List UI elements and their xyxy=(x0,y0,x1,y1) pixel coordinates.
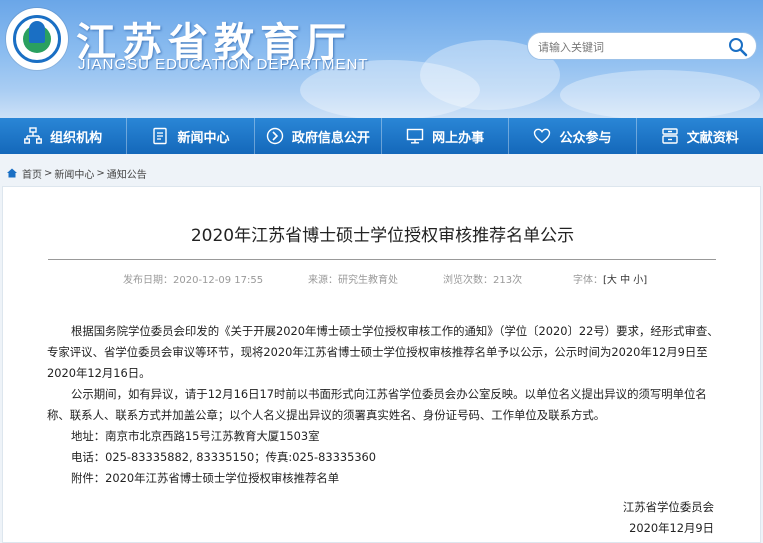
monitor-icon xyxy=(406,128,424,144)
nav-label: 组织机构 xyxy=(50,130,103,146)
contact-address: 地址：南京市北京西路15号江苏教育大厦1503室 xyxy=(71,429,320,443)
breadcrumb-home[interactable]: 首页 xyxy=(22,166,42,181)
breadcrumb-separator: > xyxy=(44,167,53,179)
article-container: 2020年江苏省博士硕士学位授权审核推荐名单公示 发布日期：2020-12-09… xyxy=(2,186,761,543)
nav-label: 文献资料 xyxy=(686,130,739,146)
nav-label: 网上办事 xyxy=(432,130,485,146)
header-cloud xyxy=(560,70,760,120)
article-body: 根据国务院学位委员会印发的《关于开展2020年博士硕士学位授权审核工作的通知》（… xyxy=(47,321,719,489)
nav-item-archive[interactable]: 文献资料 xyxy=(637,118,763,154)
news-icon xyxy=(153,127,168,145)
nav-item-public[interactable]: 公众参与 xyxy=(509,118,637,154)
breadcrumb-news-center[interactable]: 新闻中心 xyxy=(54,166,94,181)
nav-label: 新闻中心 xyxy=(177,130,230,146)
font-small-link[interactable]: 小 xyxy=(633,275,643,286)
signoff-date: 2020年12月9日 xyxy=(629,521,714,535)
signoff-org: 江苏省学位委员会 xyxy=(622,500,714,514)
nav-label: 政府信息公开 xyxy=(291,130,370,146)
nav-label: 公众参与 xyxy=(559,130,612,146)
archive-icon xyxy=(662,128,678,144)
main-nav: 组织机构 新闻中心 政府信息公开 网上办事 公众参与 文献资料 xyxy=(0,118,763,154)
search-box xyxy=(527,32,757,60)
font-size-control: 字体：[大 中 小] xyxy=(573,271,647,286)
site-logo[interactable] xyxy=(6,8,68,70)
home-icon xyxy=(7,168,17,178)
attachment-link[interactable]: 附件：2020年江苏省博士硕士学位授权审核推荐名单 xyxy=(47,468,719,489)
font-medium-link[interactable]: 中 xyxy=(620,275,630,286)
nav-item-gov-info[interactable]: 政府信息公开 xyxy=(255,118,382,154)
contact-phone: 电话：025-83335882, 83335150；传真:025-8333536… xyxy=(71,450,377,464)
font-large-link[interactable]: 大 xyxy=(607,275,617,286)
breadcrumb-notices[interactable]: 通知公告 xyxy=(107,166,147,181)
nav-item-org[interactable]: 组织机构 xyxy=(0,118,128,154)
nav-item-online-service[interactable]: 网上办事 xyxy=(382,118,510,154)
heart-icon xyxy=(534,128,551,144)
site-subtitle: JIANGSU EDUCATION DEPARTMENT xyxy=(78,56,369,73)
article-meta: 发布日期：2020-12-09 17:55 来源：研究生教育处 浏览次数：213… xyxy=(123,271,683,286)
article-title: 2020年江苏省博士硕士学位授权审核推荐名单公示 xyxy=(190,226,575,246)
logo-book-icon xyxy=(29,21,45,43)
view-count: 浏览次数：213次 xyxy=(443,275,523,286)
breadcrumb-separator: > xyxy=(96,167,105,179)
breadcrumb: 首页 > 新闻中心 > 通知公告 xyxy=(0,160,763,186)
font-size-label: 字体： xyxy=(573,275,603,286)
paragraph-intro: 根据国务院学位委员会印发的《关于开展2020年博士硕士学位授权审核工作的通知》（… xyxy=(47,324,719,380)
site-header: 江苏省教育厅 JIANGSU EDUCATION DEPARTMENT xyxy=(0,0,763,120)
publish-date: 发布日期：2020-12-09 17:55 xyxy=(123,275,264,286)
article-source: 来源：研究生教育处 xyxy=(308,275,398,286)
search-input[interactable] xyxy=(538,37,718,57)
signoff: 江苏省学位委员会 2020年12月9日 xyxy=(623,497,714,539)
org-chart-icon xyxy=(24,127,43,144)
title-divider xyxy=(48,259,716,260)
paragraph-objection: 公示期间，如有异议，请于12月16日17时前以书面形式向江苏省学位委员会办公室反… xyxy=(47,387,707,422)
font-bracket-close: ] xyxy=(643,275,648,286)
search-icon[interactable] xyxy=(728,37,748,57)
nav-item-news[interactable]: 新闻中心 xyxy=(127,118,255,154)
gov-info-icon xyxy=(266,127,284,145)
